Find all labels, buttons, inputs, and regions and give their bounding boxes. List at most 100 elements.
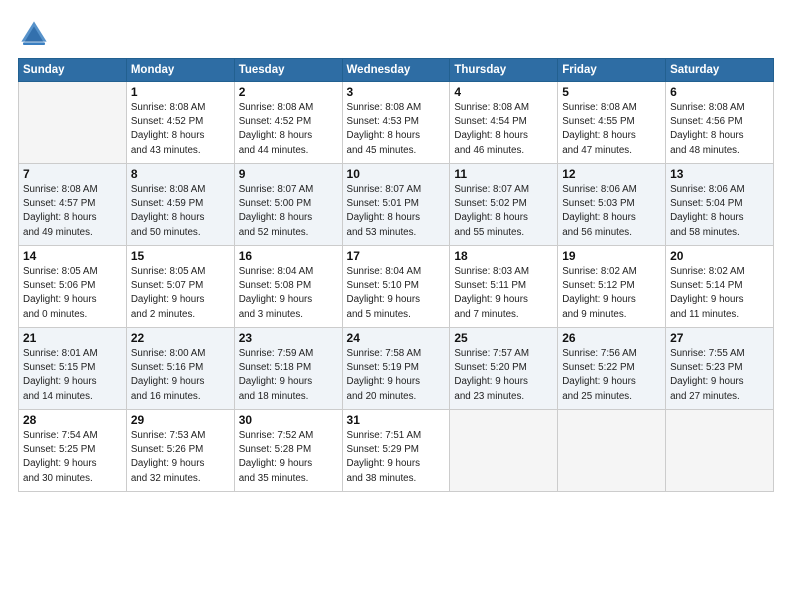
calendar-cell: 16 Sunrise: 8:04 AMSunset: 5:08 PMDayligh…: [234, 246, 342, 328]
day-number: 30: [239, 413, 338, 427]
day-number: 20: [670, 249, 769, 263]
calendar-cell: 28Sunrise: 7:54 AMSunset: 5:25 PMDayligh…: [19, 410, 127, 492]
day-info: Sunrise: 7:56 AMSunset: 5:22 PMDaylight:…: [562, 347, 661, 404]
day-info: Sunrise: 7:55 AMSunset: 5:23 PMDaylight:…: [670, 347, 769, 404]
day-info: Sunrise: 7:59 AMSunset: 5:18 PMDaylight:…: [239, 347, 338, 404]
calendar-cell: 19 Sunrise: 8:02 AMSunset: 5:12 PMDayligh…: [558, 246, 666, 328]
calendar-cell: 1 Sunrise: 8:08 AMSunset: 4:52 PMDaylight…: [126, 82, 234, 164]
weekday-header-saturday: Saturday: [666, 59, 774, 82]
day-number: 31: [347, 413, 446, 427]
day-info: Sunrise: 8:08 AMSunset: 4:54 PMDaylight:…: [454, 101, 553, 158]
calendar-cell: 22Sunrise: 8:00 AMSunset: 5:16 PMDayligh…: [126, 328, 234, 410]
day-number: 11: [454, 167, 553, 181]
day-number: 12: [562, 167, 661, 181]
header: [18, 18, 774, 50]
logo-icon: [18, 18, 50, 50]
day-info: Sunrise: 8:06 AMSunset: 5:04 PMDaylight:…: [670, 183, 769, 240]
day-number: 15: [131, 249, 230, 263]
calendar-cell: 18 Sunrise: 8:03 AMSunset: 5:11 PMDayligh…: [450, 246, 558, 328]
day-number: 28: [23, 413, 122, 427]
day-number: 16: [239, 249, 338, 263]
day-info: Sunrise: 8:07 AMSunset: 5:01 PMDaylight:…: [347, 183, 446, 240]
day-info: Sunrise: 8:08 AMSunset: 4:55 PMDaylight:…: [562, 101, 661, 158]
calendar-cell: [450, 410, 558, 492]
day-number: 19: [562, 249, 661, 263]
day-info: Sunrise: 8:02 AMSunset: 5:12 PMDaylight:…: [562, 265, 661, 322]
day-info: Sunrise: 8:05 AMSunset: 5:07 PMDaylight:…: [131, 265, 230, 322]
calendar-week-row: 28Sunrise: 7:54 AMSunset: 5:25 PMDayligh…: [19, 410, 774, 492]
calendar-cell: 17 Sunrise: 8:04 AMSunset: 5:10 PMDayligh…: [342, 246, 450, 328]
day-number: 4: [454, 85, 553, 99]
day-number: 26: [562, 331, 661, 345]
day-number: 17: [347, 249, 446, 263]
day-number: 5: [562, 85, 661, 99]
day-info: Sunrise: 8:08 AMSunset: 4:53 PMDaylight:…: [347, 101, 446, 158]
day-number: 27: [670, 331, 769, 345]
calendar-cell: 11 Sunrise: 8:07 AMSunset: 5:02 PMDayligh…: [450, 164, 558, 246]
day-number: 14: [23, 249, 122, 263]
calendar-cell: 5 Sunrise: 8:08 AMSunset: 4:55 PMDaylight…: [558, 82, 666, 164]
day-info: Sunrise: 8:08 AMSunset: 4:52 PMDaylight:…: [131, 101, 230, 158]
calendar-cell: 27 Sunrise: 7:55 AMSunset: 5:23 PMDayligh…: [666, 328, 774, 410]
day-number: 22: [131, 331, 230, 345]
calendar-week-row: 7 Sunrise: 8:08 AMSunset: 4:57 PMDaylight…: [19, 164, 774, 246]
day-number: 25: [454, 331, 553, 345]
logo: [18, 18, 54, 50]
day-info: Sunrise: 8:07 AMSunset: 5:00 PMDaylight:…: [239, 183, 338, 240]
calendar-table: SundayMondayTuesdayWednesdayThursdayFrid…: [18, 58, 774, 492]
weekday-header-friday: Friday: [558, 59, 666, 82]
calendar-cell: 25 Sunrise: 7:57 AMSunset: 5:20 PMDayligh…: [450, 328, 558, 410]
day-number: 29: [131, 413, 230, 427]
weekday-header-wednesday: Wednesday: [342, 59, 450, 82]
calendar-week-row: 21 Sunrise: 8:01 AMSunset: 5:15 PMDayligh…: [19, 328, 774, 410]
calendar-cell: 30 Sunrise: 7:52 AMSunset: 5:28 PMDayligh…: [234, 410, 342, 492]
day-info: Sunrise: 8:07 AMSunset: 5:02 PMDaylight:…: [454, 183, 553, 240]
weekday-header-tuesday: Tuesday: [234, 59, 342, 82]
day-info: Sunrise: 7:57 AMSunset: 5:20 PMDaylight:…: [454, 347, 553, 404]
calendar-cell: 8 Sunrise: 8:08 AMSunset: 4:59 PMDaylight…: [126, 164, 234, 246]
calendar-cell: 12 Sunrise: 8:06 AMSunset: 5:03 PMDayligh…: [558, 164, 666, 246]
calendar-cell: 21 Sunrise: 8:01 AMSunset: 5:15 PMDayligh…: [19, 328, 127, 410]
weekday-header-row: SundayMondayTuesdayWednesdayThursdayFrid…: [19, 59, 774, 82]
day-number: 2: [239, 85, 338, 99]
day-number: 18: [454, 249, 553, 263]
calendar-cell: 13 Sunrise: 8:06 AMSunset: 5:04 PMDayligh…: [666, 164, 774, 246]
day-info: Sunrise: 7:58 AMSunset: 5:19 PMDaylight:…: [347, 347, 446, 404]
calendar-cell: [558, 410, 666, 492]
calendar-cell: 20 Sunrise: 8:02 AMSunset: 5:14 PMDayligh…: [666, 246, 774, 328]
day-info: Sunrise: 8:04 AMSunset: 5:10 PMDaylight:…: [347, 265, 446, 322]
calendar-cell: [19, 82, 127, 164]
day-info: Sunrise: 8:01 AMSunset: 5:15 PMDaylight:…: [23, 347, 122, 404]
day-number: 1: [131, 85, 230, 99]
day-info: Sunrise: 8:03 AMSunset: 5:11 PMDaylight:…: [454, 265, 553, 322]
calendar-cell: 24 Sunrise: 7:58 AMSunset: 5:19 PMDayligh…: [342, 328, 450, 410]
day-info: Sunrise: 8:02 AMSunset: 5:14 PMDaylight:…: [670, 265, 769, 322]
day-info: Sunrise: 8:06 AMSunset: 5:03 PMDaylight:…: [562, 183, 661, 240]
calendar-cell: 23 Sunrise: 7:59 AMSunset: 5:18 PMDayligh…: [234, 328, 342, 410]
calendar-week-row: 1 Sunrise: 8:08 AMSunset: 4:52 PMDaylight…: [19, 82, 774, 164]
day-number: 13: [670, 167, 769, 181]
calendar-cell: 6Sunrise: 8:08 AMSunset: 4:56 PMDaylight…: [666, 82, 774, 164]
day-number: 21: [23, 331, 122, 345]
calendar-week-row: 14 Sunrise: 8:05 AMSunset: 5:06 PMDayligh…: [19, 246, 774, 328]
day-info: Sunrise: 7:53 AMSunset: 5:26 PMDaylight:…: [131, 429, 230, 486]
weekday-header-thursday: Thursday: [450, 59, 558, 82]
day-number: 8: [131, 167, 230, 181]
day-number: 7: [23, 167, 122, 181]
day-number: 23: [239, 331, 338, 345]
day-info: Sunrise: 8:05 AMSunset: 5:06 PMDaylight:…: [23, 265, 122, 322]
page: SundayMondayTuesdayWednesdayThursdayFrid…: [0, 0, 792, 612]
calendar-cell: 29 Sunrise: 7:53 AMSunset: 5:26 PMDayligh…: [126, 410, 234, 492]
calendar-cell: 14 Sunrise: 8:05 AMSunset: 5:06 PMDayligh…: [19, 246, 127, 328]
weekday-header-sunday: Sunday: [19, 59, 127, 82]
day-info: Sunrise: 7:52 AMSunset: 5:28 PMDaylight:…: [239, 429, 338, 486]
day-info: Sunrise: 8:08 AMSunset: 4:52 PMDaylight:…: [239, 101, 338, 158]
calendar-cell: 31Sunrise: 7:51 AMSunset: 5:29 PMDayligh…: [342, 410, 450, 492]
day-number: 3: [347, 85, 446, 99]
calendar-cell: [666, 410, 774, 492]
day-info: Sunrise: 8:04 AMSunset: 5:08 PMDaylight:…: [239, 265, 338, 322]
day-info: Sunrise: 8:08 AMSunset: 4:59 PMDaylight:…: [131, 183, 230, 240]
calendar-cell: 4 Sunrise: 8:08 AMSunset: 4:54 PMDaylight…: [450, 82, 558, 164]
day-info: Sunrise: 8:08 AMSunset: 4:57 PMDaylight:…: [23, 183, 122, 240]
day-number: 24: [347, 331, 446, 345]
